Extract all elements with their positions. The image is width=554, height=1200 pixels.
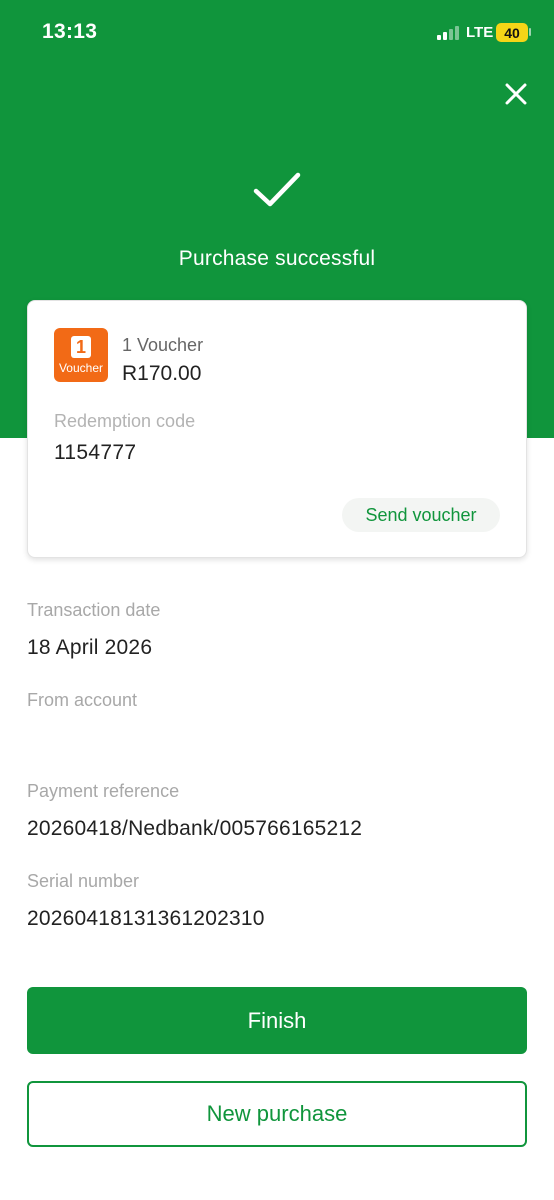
voucher-card: 1 Voucher 1 Voucher R170.00 Redemption c… xyxy=(27,300,527,558)
serial-number-value: 20260418131361202310 xyxy=(27,907,265,930)
from-account-label: From account xyxy=(27,690,138,710)
new-purchase-button[interactable]: New purchase xyxy=(27,1081,527,1147)
transaction-date-value: 18 April 2026 xyxy=(27,636,153,659)
voucher-logo-text: Voucher xyxy=(58,361,104,375)
transaction-date-label: Transaction date xyxy=(27,600,161,620)
voucher-logo-digit: 1 xyxy=(71,336,91,358)
voucher-logo: 1 Voucher xyxy=(54,328,108,382)
page-title: Purchase successful xyxy=(178,247,376,270)
battery-icon: 40 xyxy=(496,23,528,42)
close-icon xyxy=(505,83,527,105)
purchase-success-screen: 13:13 LTE 40 Purchase successful 1 Vouch… xyxy=(0,0,554,1200)
payment-reference-label: Payment reference xyxy=(27,781,180,801)
close-button[interactable] xyxy=(500,78,532,110)
send-voucher-button[interactable]: Send voucher xyxy=(342,498,500,532)
redemption-code-label: Redemption code xyxy=(54,411,196,431)
signal-icon xyxy=(437,26,459,40)
voucher-name: 1 Voucher xyxy=(122,335,204,355)
network-type: LTE xyxy=(466,24,494,41)
finish-button[interactable]: Finish xyxy=(27,987,527,1054)
battery-level: 40 xyxy=(504,24,520,41)
redemption-code: 1154777 xyxy=(54,441,137,464)
checkmark-icon xyxy=(253,172,301,207)
status-time: 13:13 xyxy=(42,20,98,43)
payment-reference-value: 20260418/Nedbank/005766165212 xyxy=(27,817,363,840)
voucher-amount: R170.00 xyxy=(122,362,202,385)
serial-number-label: Serial number xyxy=(27,871,140,891)
redacted-area xyxy=(138,441,268,467)
battery-tip xyxy=(529,28,531,36)
